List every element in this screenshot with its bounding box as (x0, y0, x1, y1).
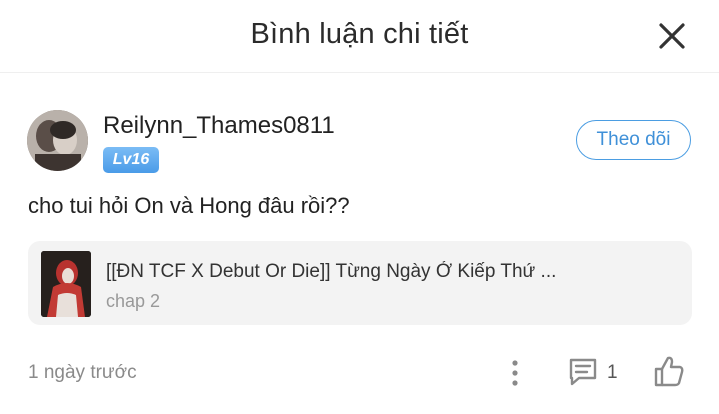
more-vertical-icon (512, 360, 518, 386)
close-button[interactable] (652, 16, 692, 56)
story-title: [[ĐN TCF X Debut Or Die]] Từng Ngày Ở Ki… (106, 261, 557, 282)
level-badge: Lv16 (103, 147, 159, 173)
comment-timestamp: 1 ngày trước (28, 362, 137, 383)
avatar[interactable] (27, 110, 88, 171)
like-button[interactable] (653, 354, 685, 388)
reply-count: 1 (607, 362, 618, 383)
comment-icon (569, 358, 597, 386)
close-icon (659, 23, 685, 49)
page-title: Bình luận chi tiết (250, 18, 469, 50)
thumbs-up-icon (654, 356, 684, 387)
username[interactable]: Reilynn_Thames0811 (103, 112, 335, 140)
comment-text: cho tui hỏi On và Hong đâu rồi?? (28, 193, 350, 218)
comment-detail-sheet: Bình luận chi tiết Reilynn_Thames0811 Lv… (0, 0, 719, 414)
avatar-image (27, 110, 88, 171)
follow-button[interactable]: Theo dõi (576, 120, 691, 160)
story-cover-image (41, 251, 91, 317)
story-chapter: chap 2 (106, 291, 161, 311)
story-card[interactable]: [[ĐN TCF X Debut Or Die]] Từng Ngày Ở Ki… (28, 241, 692, 325)
more-button[interactable] (504, 358, 526, 388)
story-cover (41, 251, 91, 317)
reply-button[interactable] (567, 356, 599, 388)
header: Bình luận chi tiết (0, 0, 719, 73)
